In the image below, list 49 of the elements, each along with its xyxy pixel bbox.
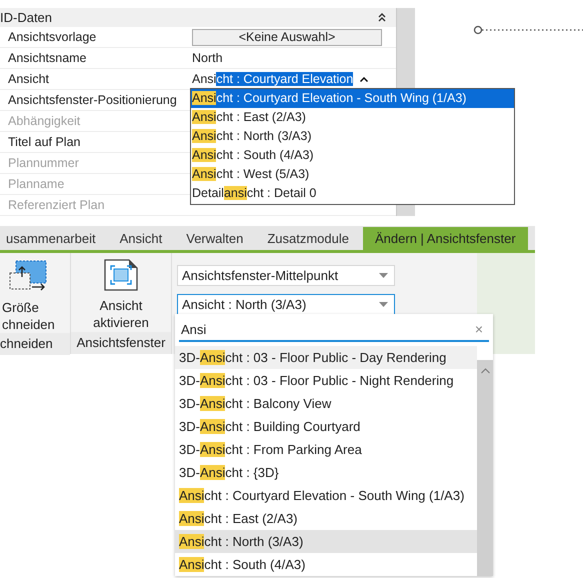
list-item[interactable]: 3D-Ansicht : {3D} [175, 461, 477, 484]
dropdown-field[interactable]: Ansicht : North (3/A3) [177, 294, 395, 315]
list-item[interactable]: 3D-Ansicht : Building Courtyard [175, 415, 477, 438]
caret-icon[interactable] [360, 76, 368, 82]
ribbon-tab[interactable]: usammenarbeit [0, 227, 108, 250]
list-item[interactable]: 3D-Ansicht : Balcony View [175, 392, 477, 415]
clear-button[interactable]: × [474, 321, 483, 337]
viewport-icon [102, 259, 139, 291]
section-title: ID-Daten [0, 10, 52, 25]
dropdown-item[interactable]: Ansicht : West (5/A3) [191, 165, 514, 184]
list-item[interactable]: Ansicht : South (4/A3) [175, 553, 477, 576]
list-item[interactable]: Ansicht : North (3/A3) [175, 530, 477, 553]
dropdown-item[interactable]: Ansicht : North (3/A3) [191, 127, 514, 146]
list-item[interactable]: 3D-Ansicht : 03 - Floor Public - Day Rendering [175, 346, 477, 369]
group-label: Ansichtsfenster [71, 332, 171, 354]
section-header[interactable]: ID-Daten [0, 8, 396, 27]
collapse-icon[interactable] [378, 13, 386, 22]
dropdown-item[interactable]: Detailansicht : Detail 0 [191, 184, 514, 203]
ribbon-tab[interactable]: Ändern | Ansichtsfenster [363, 227, 528, 250]
crop-resize-icon [8, 259, 48, 293]
property-label: Ansichtsvorlage [7, 30, 98, 44]
scrollbar[interactable] [477, 346, 493, 576]
group-label: chneiden [0, 333, 70, 355]
dropdown-item[interactable]: Ansicht : East (2/A3) [191, 108, 514, 127]
dropdown-arrow-icon[interactable] [379, 273, 388, 278]
ribbon-tab[interactable]: Zusatzmodule [255, 227, 361, 250]
search-field[interactable]: Ansi × [179, 318, 489, 342]
scroll-up-icon[interactable] [480, 368, 490, 374]
list-item[interactable]: 3D-Ansicht : From Parking Area [175, 438, 477, 461]
property-label: Planname [7, 177, 66, 191]
ribbon-tool-button[interactable]: Ansicht aktivieren [91, 253, 151, 331]
property-label: Plannummer [7, 156, 80, 170]
dropdown-arrow-icon[interactable] [379, 302, 388, 307]
property-value: North [192, 51, 223, 65]
list-item[interactable]: Ansicht : Courtyard Elevation - South Wing (1/A3) [175, 484, 477, 507]
list-item[interactable]: 3D-Ansicht : 03 - Floor Public - Night Rendering [175, 369, 477, 392]
property-label: Titel auf Plan [7, 135, 82, 149]
dropdown-item[interactable]: Ansicht : Courtyard Elevation - South Wing (1/A3) [191, 89, 514, 108]
list-item[interactable]: Ansicht : East (2/A3) [175, 507, 477, 530]
ribbon-tab[interactable]: Ansicht [108, 227, 174, 250]
ribbon-tab[interactable]: Verwalten [174, 227, 256, 250]
dropdown-field[interactable]: Ansichtsfenster-Mittelpunkt [177, 265, 395, 286]
property-label: Ansichtsname [7, 51, 88, 65]
template-button[interactable]: <Keine Auswahl> [192, 28, 382, 46]
property-label: Ansichtsfenster-Positionierung [7, 93, 178, 107]
property-label: Abhängigkeit [7, 114, 82, 128]
property-label: Referenziert Plan [7, 198, 106, 212]
property-label: Ansicht [7, 72, 50, 86]
dropdown-item[interactable]: Ansicht : South (4/A3) [191, 146, 514, 165]
